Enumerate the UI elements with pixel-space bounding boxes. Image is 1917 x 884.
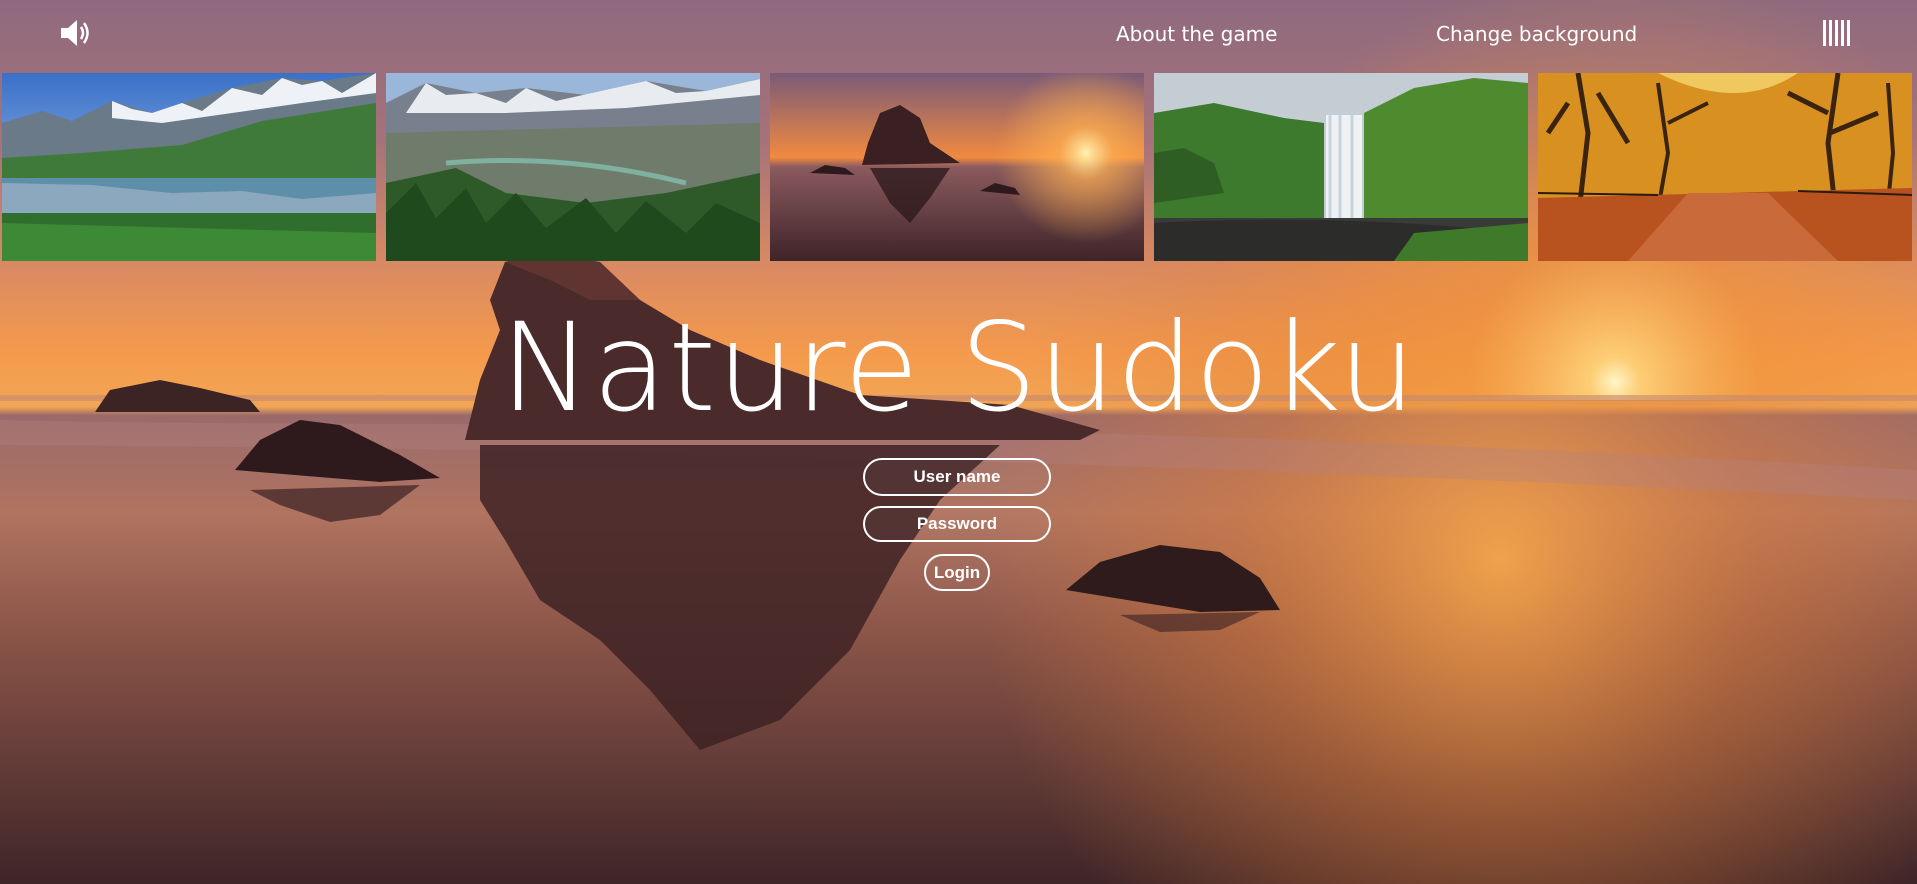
about-the-game-link[interactable]: About the game bbox=[1116, 20, 1277, 48]
mountain-lake-image bbox=[2, 73, 376, 261]
mountain-valley-image bbox=[386, 73, 760, 261]
thumbnail-sunset-sea-rock[interactable] bbox=[770, 73, 1144, 261]
menu-bar bbox=[1829, 20, 1832, 46]
password-field[interactable] bbox=[863, 506, 1051, 542]
background-thumbnail-strip bbox=[0, 72, 1917, 262]
menu-bar bbox=[1841, 20, 1844, 46]
menu-bar bbox=[1847, 20, 1850, 46]
waterfall-image bbox=[1154, 73, 1528, 261]
game-title: Nature Sudoku bbox=[500, 297, 1417, 439]
speaker-volume-icon bbox=[61, 20, 89, 46]
username-field[interactable] bbox=[863, 458, 1051, 496]
menu-bar bbox=[1823, 20, 1826, 46]
change-background-link[interactable]: Change background bbox=[1436, 20, 1637, 48]
thumbnail-mountain-valley[interactable] bbox=[386, 73, 760, 261]
top-bar: About the game Change background bbox=[0, 0, 1917, 72]
login-button[interactable]: Login bbox=[924, 554, 990, 591]
sound-toggle-button[interactable] bbox=[58, 16, 94, 50]
thumbnail-waterfall[interactable] bbox=[1154, 73, 1528, 261]
autumn-trees-image bbox=[1538, 73, 1912, 261]
vertical-bars-menu-icon[interactable] bbox=[1823, 18, 1851, 48]
thumbnail-mountain-lake[interactable] bbox=[2, 73, 376, 261]
thumbnail-autumn-trees[interactable] bbox=[1538, 73, 1912, 261]
sunset-sea-rock-image bbox=[770, 73, 1144, 261]
menu-bar bbox=[1835, 20, 1838, 46]
